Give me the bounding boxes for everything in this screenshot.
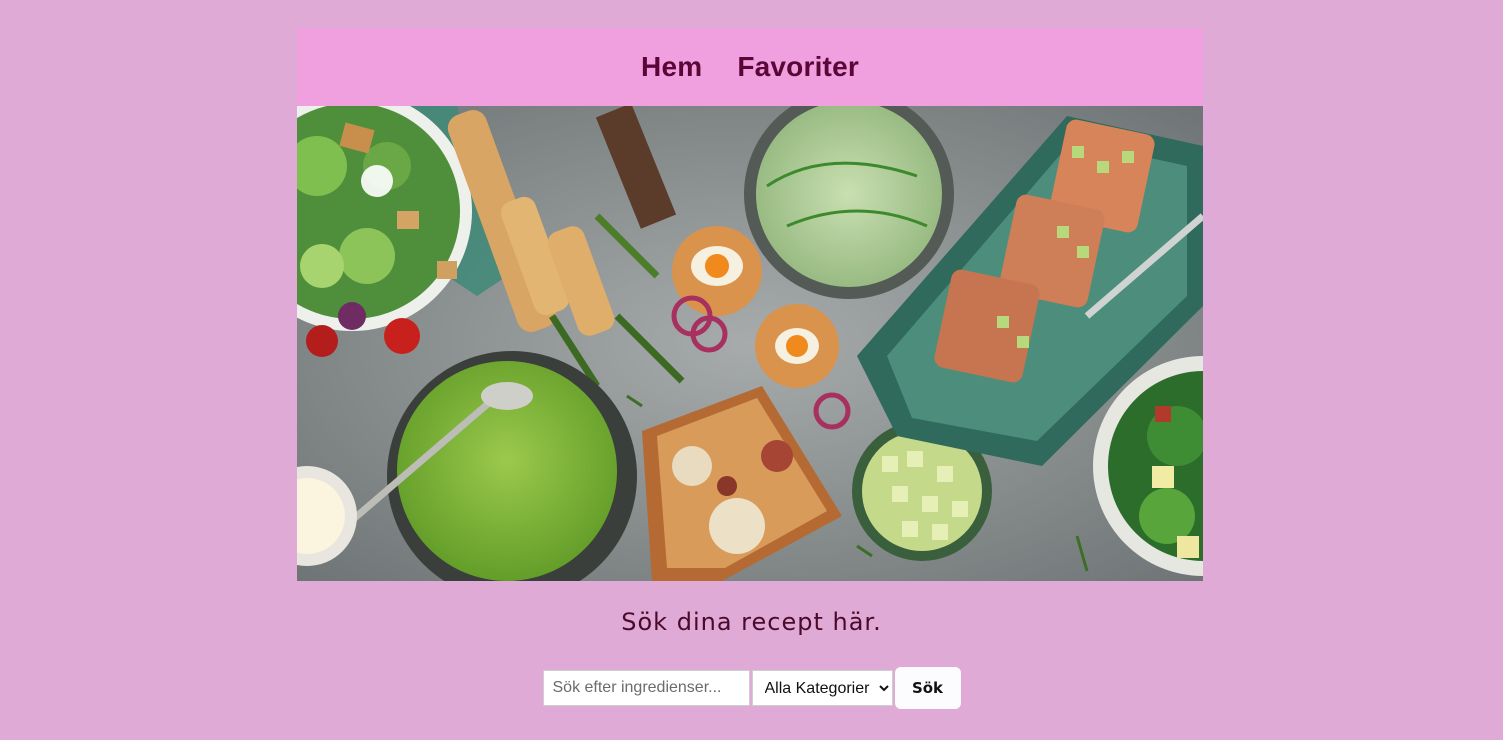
ingredient-search-input[interactable] [542,670,750,706]
top-navbar: Hem Favoriter [297,28,1203,106]
category-select[interactable]: Alla Kategorier [751,670,893,706]
search-button[interactable]: Sök [894,667,961,709]
hero-food-image [297,106,1203,581]
page-container: Hem Favoriter [297,28,1203,581]
nav-link-hem[interactable]: Hem [641,51,702,83]
search-tagline: Sök dina recept här. [621,608,882,636]
nav-link-favoriter[interactable]: Favoriter [737,51,859,83]
search-form: Alla Kategorier Sök [0,667,1503,709]
